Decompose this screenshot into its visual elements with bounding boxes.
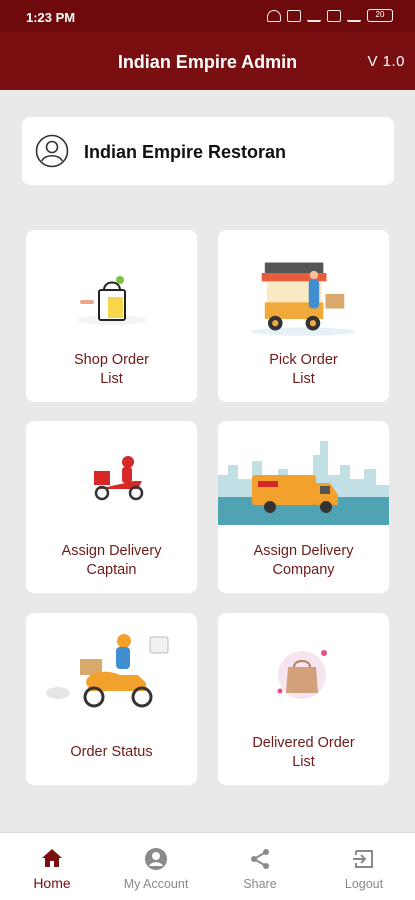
tile-assign-delivery-company[interactable]: Assign Delivery Company [218,421,389,593]
nav-logout[interactable]: Logout [312,833,415,900]
tile-shop-order-list[interactable]: Shop Order List [26,230,197,402]
status-time: 1:23 PM [26,10,76,25]
tile-assign-delivery-captain[interactable]: Assign Delivery Captain [26,421,197,593]
nav-share[interactable]: Share [208,833,312,900]
nav-label: My Account [123,877,189,891]
restaurant-cart-icon [251,262,356,336]
nav-label: Logout [344,877,384,891]
bottom-navigation: Home My Account Share Logout [0,832,415,900]
tile-order-status[interactable]: Order Status [26,613,197,785]
restaurant-name: Indian Empire Restoran [84,142,287,162]
share-icon [251,849,269,869]
wifi-icon [267,9,281,22]
sim-icon [287,9,301,22]
tile-label: Shop Order List [74,352,149,387]
tile-label: Order Status [70,744,153,760]
tile-label: Delivered Order List [252,735,355,770]
tile-pick-order-list[interactable]: Pick Order List [218,230,389,402]
delivered-package-icon [277,650,327,699]
signal-icon [307,10,321,22]
restaurant-card[interactable]: Indian Empire Restoran [22,117,394,185]
status-bar: 1:23 PM 20 [0,0,415,32]
tile-delivered-order-list[interactable]: Delivered Order List [218,613,389,785]
battery-icon: 20 [367,9,393,22]
nav-home[interactable]: Home [0,833,104,900]
delivery-rider-icon [46,634,169,708]
app-version: V 1.0 [367,53,405,70]
nav-label: Share [243,877,277,891]
user-avatar-icon [35,134,69,168]
tile-label: Assign Delivery Company [253,543,354,578]
sim2-icon [327,9,341,22]
logout-icon [353,850,373,868]
app-bar: Indian Empire Admin V 1.0 [0,32,415,90]
tile-label: Assign Delivery Captain [61,543,162,578]
app-title: Indian Empire Admin [117,52,298,72]
account-icon [145,848,167,870]
status-icons: 20 [267,9,393,22]
delivery-scooter-icon [94,456,144,501]
signal2-icon [347,10,361,22]
tile-label: Pick Order List [269,352,338,387]
nav-my-account[interactable]: My Account [104,833,208,900]
shopping-bag-icon [78,276,146,325]
nav-label: Home [33,875,71,891]
delivery-truck-icon [218,441,389,525]
home-icon [42,849,62,867]
